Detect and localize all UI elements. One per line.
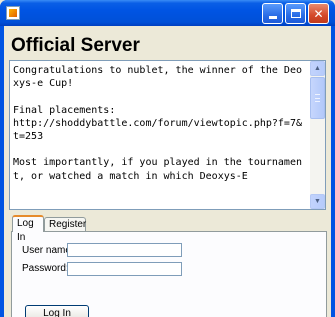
- login-panel: User name: Password: Log In: [11, 231, 327, 317]
- title-bar[interactable]: ✕: [0, 0, 335, 26]
- java-cup-icon[interactable]: [6, 6, 20, 20]
- vertical-scrollbar[interactable]: ▲ ▼: [310, 61, 325, 209]
- app-window: ✕ Official Server Congratulations to nub…: [0, 0, 335, 317]
- grip-icon: [315, 94, 320, 102]
- maximize-icon: [290, 9, 301, 18]
- message-area[interactable]: Congratulations to nublet, the winner of…: [9, 60, 326, 210]
- log-in-button[interactable]: Log In: [25, 305, 89, 317]
- chevron-up-icon: ▲: [314, 65, 321, 72]
- tab-log-in[interactable]: Log In: [12, 215, 44, 243]
- maximize-button[interactable]: [285, 3, 306, 24]
- scroll-down-button[interactable]: ▼: [310, 194, 325, 209]
- tab-register[interactable]: Register: [44, 217, 86, 232]
- password-label: Password:: [22, 263, 69, 274]
- minimize-button[interactable]: [262, 3, 283, 24]
- password-field[interactable]: [67, 262, 182, 276]
- minimize-icon: [268, 16, 277, 19]
- message-text[interactable]: Congratulations to nublet, the winner of…: [13, 64, 307, 208]
- username-field[interactable]: [67, 243, 182, 257]
- scroll-up-button[interactable]: ▲: [310, 61, 325, 76]
- close-button[interactable]: ✕: [308, 3, 329, 24]
- chevron-down-icon: ▼: [314, 198, 321, 205]
- close-icon: ✕: [313, 6, 324, 21]
- client-area: Official Server Congratulations to nuble…: [4, 26, 331, 317]
- username-label: User name:: [22, 245, 74, 256]
- scroll-thumb[interactable]: [310, 77, 325, 119]
- page-title: Official Server: [11, 35, 140, 56]
